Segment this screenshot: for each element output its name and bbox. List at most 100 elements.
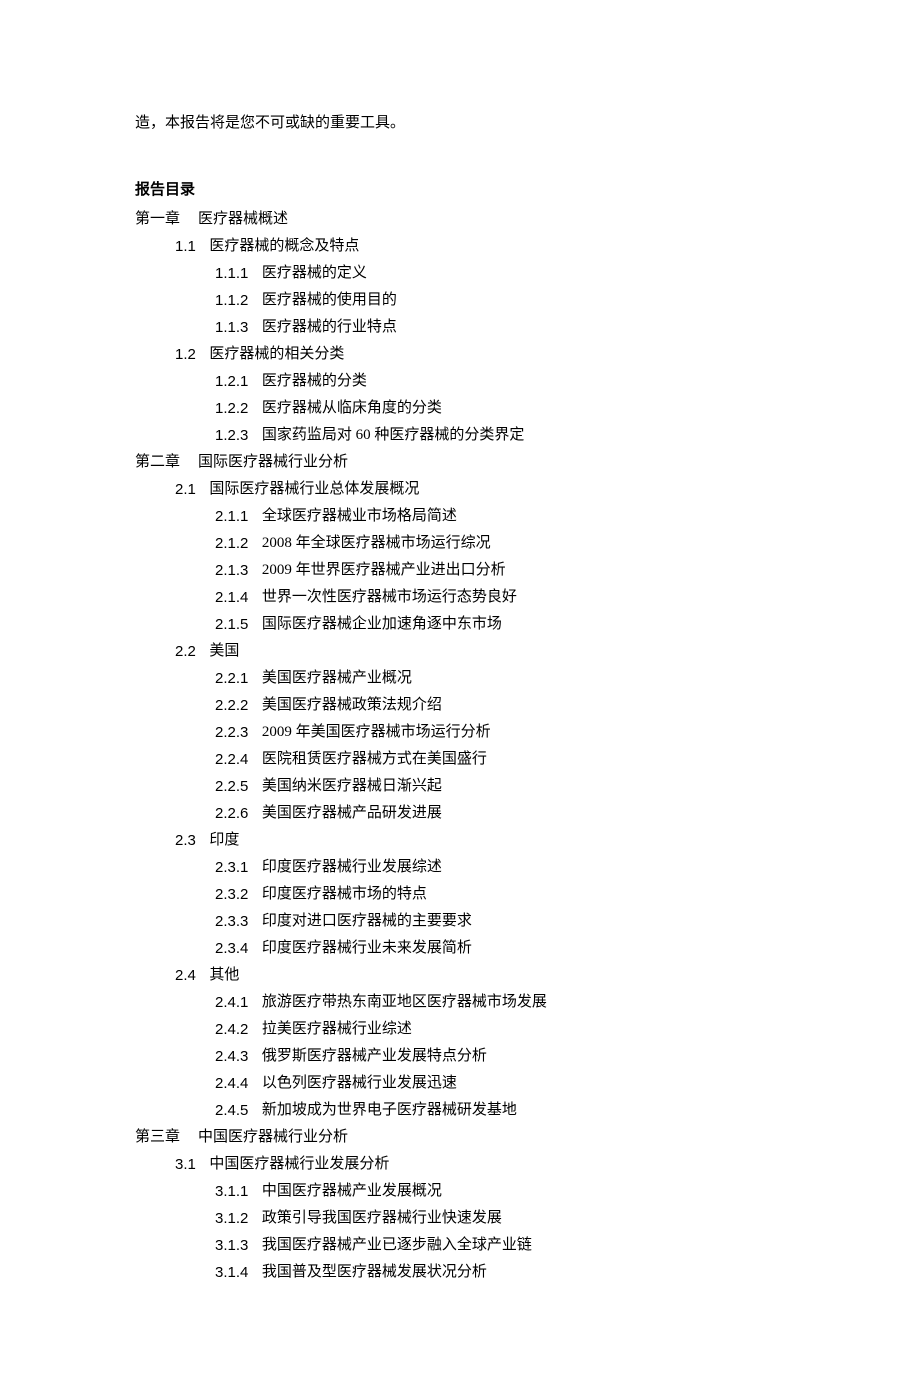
section-heading: 2.1 国际医疗器械行业总体发展概况: [175, 476, 785, 503]
spacer: [248, 422, 262, 449]
subsection-title: 政策引导我国医疗器械行业快速发展: [262, 1205, 502, 1232]
section-number: 2.2: [175, 638, 196, 665]
subsection-title: 医院租赁医疗器械方式在美国盛行: [262, 746, 487, 773]
subsection-heading: 1.1.2医疗器械的使用目的: [215, 287, 785, 314]
subsection-heading: 2.3.1 印度医疗器械行业发展综述: [215, 854, 785, 881]
subsection-number: 2.4.1: [215, 989, 248, 1016]
subsection-number: 3.1.2: [215, 1205, 248, 1232]
subsection-heading: 1.2.3国家药监局对 60 种医疗器械的分类界定: [215, 422, 785, 449]
subsection-heading: 2.2.6美国医疗器械产品研发进展: [215, 800, 785, 827]
subsection-heading: 2.1.32009 年世界医疗器械产业进出口分析: [215, 557, 785, 584]
subsection-heading: 2.4.4以色列医疗器械行业发展迅速: [215, 1070, 785, 1097]
subsection-title: 全球医疗器械业市场格局简述: [262, 503, 457, 530]
spacer: [248, 1232, 262, 1259]
spacer: [248, 1259, 262, 1286]
spacer: [248, 989, 262, 1016]
subsection-heading: 2.4.1旅游医疗带热东南亚地区医疗器械市场发展: [215, 989, 785, 1016]
spacer: [180, 206, 198, 233]
subsection-number: 2.2.6: [215, 800, 248, 827]
subsection-number: 2.1.2: [215, 530, 248, 557]
subsection-heading: 2.4.5新加坡成为世界电子医疗器械研发基地: [215, 1097, 785, 1124]
subsection-number: 1.1.2: [215, 287, 248, 314]
subsection-title: 国际医疗器械企业加速角逐中东市场: [262, 611, 502, 638]
section-heading: 3.1 中国医疗器械行业发展分析: [175, 1151, 785, 1178]
subsection-heading: 2.2.1美国医疗器械产业概况: [215, 665, 785, 692]
toc-body: 第一章医疗器械概述1.1医疗器械的概念及特点1.1.1医疗器械的定义1.1.2医…: [135, 206, 785, 1286]
spacer: [180, 449, 198, 476]
spacer: [248, 395, 262, 422]
subsection-heading: 2.3.2印度医疗器械市场的特点: [215, 881, 785, 908]
spacer: [248, 368, 262, 395]
subsection-number: 2.3.3: [215, 908, 248, 935]
subsection-title: 医疗器械的分类: [262, 368, 367, 395]
subsection-number: 2.2.4: [215, 746, 248, 773]
subsection-title: 我国医疗器械产业已逐步融入全球产业链: [262, 1232, 532, 1259]
subsection-title: 印度医疗器械市场的特点: [262, 881, 427, 908]
section-title: 国际医疗器械行业总体发展概况: [209, 476, 419, 503]
subsection-heading: 1.2.2医疗器械从临床角度的分类: [215, 395, 785, 422]
spacer: [248, 530, 262, 557]
subsection-heading: 2.3.3 印度对进口医疗器械的主要要求: [215, 908, 785, 935]
subsection-title: 印度对进口医疗器械的主要要求: [262, 908, 472, 935]
spacer: [248, 800, 262, 827]
subsection-number: 2.3.1: [215, 854, 248, 881]
section-title: 中国医疗器械行业发展分析: [209, 1151, 389, 1178]
section-title: 印度: [209, 827, 239, 854]
spacer: [248, 692, 262, 719]
section-number: 1.1: [175, 233, 196, 260]
spacer: [248, 260, 262, 287]
spacer: [196, 962, 210, 989]
subsection-number: 2.4.5: [215, 1097, 248, 1124]
subsection-title: 印度医疗器械行业发展综述: [262, 854, 442, 881]
chapter-heading: 第一章医疗器械概述: [135, 206, 785, 233]
subsection-number: 2.4.4: [215, 1070, 248, 1097]
subsection-heading: 2.1.22008 年全球医疗器械市场运行综况: [215, 530, 785, 557]
subsection-heading: 2.2.2美国医疗器械政策法规介绍: [215, 692, 785, 719]
spacer: [196, 827, 210, 854]
section-number: 2.1: [175, 476, 196, 503]
spacer: [196, 341, 210, 368]
subsection-number: 2.1.4: [215, 584, 248, 611]
subsection-heading: 2.2.5美国纳米医疗器械日渐兴起: [215, 773, 785, 800]
section-title: 其他: [209, 962, 239, 989]
subsection-number: 2.1.1: [215, 503, 248, 530]
chapter-label: 第三章: [135, 1124, 180, 1151]
subsection-title: 世界一次性医疗器械市场运行态势良好: [262, 584, 517, 611]
spacer: [248, 665, 262, 692]
subsection-heading: 2.1.4 世界一次性医疗器械市场运行态势良好: [215, 584, 785, 611]
subsection-heading: 1.2.1 医疗器械的分类: [215, 368, 785, 395]
subsection-heading: 3.1.3 我国医疗器械产业已逐步融入全球产业链: [215, 1232, 785, 1259]
toc-title: 报告目录: [135, 177, 785, 204]
subsection-number: 1.2.2: [215, 395, 248, 422]
spacer: [248, 611, 262, 638]
subsection-heading: 2.2.32009 年美国医疗器械市场运行分析: [215, 719, 785, 746]
spacer: [196, 476, 210, 503]
subsection-title: 我国普及型医疗器械发展状况分析: [262, 1259, 487, 1286]
subsection-number: 2.3.4: [215, 935, 248, 962]
subsection-number: 1.2.3: [215, 422, 248, 449]
subsection-heading: 2.4.2拉美医疗器械行业综述: [215, 1016, 785, 1043]
spacer: [248, 935, 262, 962]
section-heading: 2.2美国: [175, 638, 785, 665]
subsection-number: 2.2.2: [215, 692, 248, 719]
subsection-title: 中国医疗器械产业发展概况: [262, 1178, 442, 1205]
subsection-number: 1.1.3: [215, 314, 248, 341]
section-title: 医疗器械的概念及特点: [209, 233, 359, 260]
subsection-title: 印度医疗器械行业未来发展简析: [262, 935, 472, 962]
subsection-heading: 2.1.5国际医疗器械企业加速角逐中东市场: [215, 611, 785, 638]
subsection-title: 2009 年世界医疗器械产业进出口分析: [262, 557, 506, 584]
spacer: [248, 1016, 262, 1043]
subsection-number: 1.2.1: [215, 368, 248, 395]
subsection-number: 3.1.3: [215, 1232, 248, 1259]
section-heading: 1.2医疗器械的相关分类: [175, 341, 785, 368]
subsection-heading: 3.1.1中国医疗器械产业发展概况: [215, 1178, 785, 1205]
chapter-heading: 第三章中国医疗器械行业分析: [135, 1124, 785, 1151]
spacer: [196, 1151, 210, 1178]
chapter-title: 医疗器械概述: [198, 206, 288, 233]
spacer: [248, 503, 262, 530]
subsection-heading: 3.1.4我国普及型医疗器械发展状况分析: [215, 1259, 785, 1286]
subsection-heading: 2.3.4 印度医疗器械行业未来发展简析: [215, 935, 785, 962]
section-number: 3.1: [175, 1151, 196, 1178]
spacer: [248, 1097, 262, 1124]
subsection-number: 2.2.1: [215, 665, 248, 692]
